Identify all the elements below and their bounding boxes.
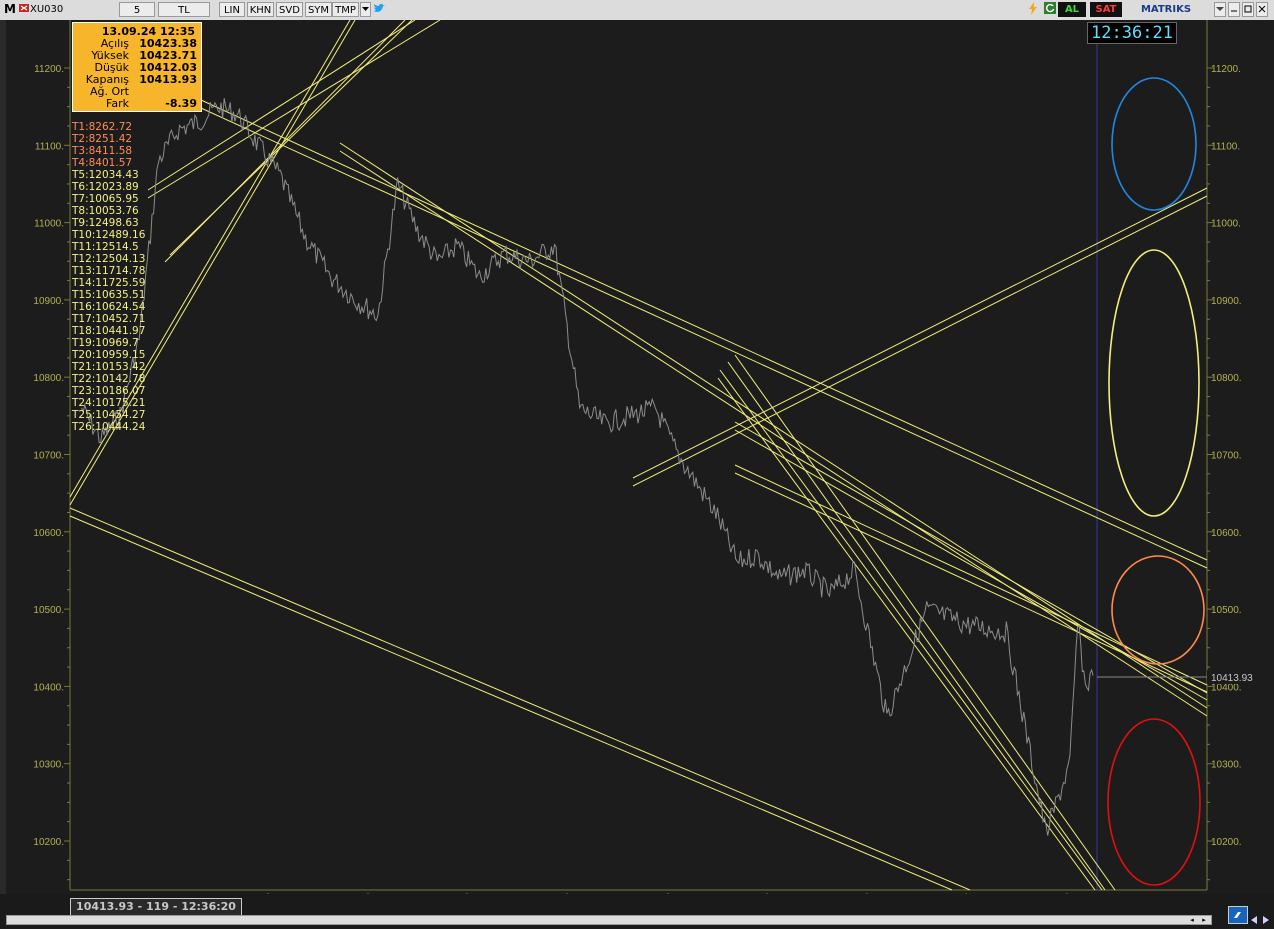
- trendline-value: T4:8401.57: [72, 157, 133, 169]
- trendline-value: T9:12498.63: [72, 217, 139, 229]
- trendline-value: T19:10969.7: [72, 337, 139, 349]
- y-tick-label-left: 10700.: [33, 451, 64, 462]
- y-tick-label-right: 10300.: [1211, 760, 1242, 771]
- buy-button[interactable]: AL: [1058, 2, 1086, 17]
- trendline-value: T23:10186.07: [72, 385, 146, 397]
- svd-button[interactable]: SVD: [276, 2, 303, 17]
- y-tick-label-right: 10400.: [1211, 682, 1242, 693]
- symbol-field[interactable]: XU030: [30, 2, 90, 17]
- trendline-value: T7:10065.95: [72, 193, 139, 205]
- ohlc-info-box: 13.09.24 12:35 Açılış 10423.38 Yüksek 1042…: [72, 22, 202, 112]
- scroll-right-icon[interactable]: ▸: [1199, 916, 1209, 924]
- y-tick-label-left: 11000.: [34, 219, 64, 230]
- y-tick-label-left: 10400.: [33, 682, 64, 693]
- info-value: 10413.93: [139, 73, 197, 86]
- lin-button[interactable]: LIN: [219, 2, 245, 17]
- menu-m-button[interactable]: M: [3, 2, 17, 17]
- y-tick-label-left: 11100.: [35, 141, 64, 152]
- sell-button[interactable]: SAT: [1090, 2, 1122, 17]
- nav-right-icon[interactable]: [1261, 910, 1271, 924]
- nav-left-icon[interactable]: [1249, 910, 1259, 924]
- trendline-value: T18:10441.97: [72, 325, 146, 337]
- y-tick-label-left: 10600.: [33, 528, 64, 539]
- trendline-value: T6:12023.89: [72, 181, 139, 193]
- info-label: Fark: [106, 97, 129, 110]
- period-selector[interactable]: 5: [119, 2, 155, 17]
- y-tick-label-right: 11100.: [1211, 141, 1240, 152]
- y-tick-label-right: 10900.: [1211, 296, 1242, 307]
- trendline-value: T22:10142.78: [72, 373, 146, 385]
- y-tick-label-right: 10500.: [1211, 605, 1242, 616]
- y-tick-label-right: 10700.: [1211, 451, 1242, 462]
- y-tick-label-left: 10500.: [33, 605, 64, 616]
- trendline-value: T16:10624.54: [72, 301, 146, 313]
- y-tick-label-right: 11200.: [1211, 64, 1241, 75]
- last-price-label: 10413.93: [1211, 673, 1253, 684]
- trendline-value: T10:12489.16: [72, 229, 146, 241]
- y-tick-label-right: 10800.: [1211, 373, 1242, 384]
- chart-background: [0, 20, 1274, 894]
- trendline-value: T14:11725.59: [72, 277, 146, 289]
- y-tick-label-right: 10200.: [1211, 837, 1242, 848]
- khn-button[interactable]: KHN: [247, 2, 274, 17]
- sync-icon[interactable]: [1228, 906, 1248, 924]
- scroll-left-icon[interactable]: ◂: [1187, 916, 1197, 924]
- brand-logo: MATRIKS: [1140, 4, 1192, 15]
- trendline-value: T12:12504.13: [72, 253, 146, 265]
- sym-button[interactable]: SYM: [305, 2, 332, 17]
- trendline-value: T1:8262.72: [72, 121, 133, 133]
- close-icon[interactable]: [1256, 2, 1268, 17]
- collapse-icon[interactable]: [1214, 2, 1226, 17]
- trendline-value: T8:10053.76: [72, 205, 139, 217]
- refresh-icon[interactable]: [1043, 2, 1056, 17]
- info-row-change: Fark -8.39: [73, 98, 201, 110]
- trendline-value: T24:10175.21: [72, 397, 146, 409]
- y-tick-label-right: 11000.: [1211, 219, 1241, 230]
- trendline-value: T11:12514.5: [72, 241, 139, 253]
- minimize-icon[interactable]: [1228, 2, 1240, 17]
- y-tick-label-right: 10600.: [1211, 528, 1242, 539]
- flag-icon: [19, 2, 29, 17]
- currency-selector[interactable]: TL: [158, 2, 210, 17]
- trendline-value: T13:11714.78: [72, 265, 146, 277]
- y-tick-label-left: 10900.: [33, 296, 64, 307]
- price-chart[interactable]: 11200. 11200. 11100. 11100. 11000. 11000. 1090…: [0, 20, 1274, 894]
- trendline-value: T25:10454.27: [72, 409, 146, 421]
- left-frame: [0, 20, 6, 894]
- y-tick-label-left: 11200.: [34, 64, 64, 75]
- y-tick-label-left: 10800.: [33, 373, 64, 384]
- twitter-icon[interactable]: [373, 2, 386, 17]
- trendline-value: T3:8411.58: [72, 145, 133, 157]
- y-tick-label-left: 10300.: [33, 760, 64, 771]
- trendline-value: T20:10959.15: [72, 349, 146, 361]
- trendline-value: T21:10153.42: [72, 361, 146, 373]
- chart-toolbar: M XU030 5 TL LIN KHN SVD SYM TMP AL SAT …: [0, 0, 1274, 21]
- chart-scrollbar[interactable]: ◂ ▸: [6, 915, 1212, 925]
- trendline-value: T26:10444.24: [72, 421, 146, 433]
- maximize-icon[interactable]: [1242, 2, 1254, 17]
- clock-display: 12:36:21: [1087, 22, 1177, 44]
- cursor-readout: 10413.93 - 119 - 12:36:20: [70, 898, 242, 916]
- info-value: -8.39: [165, 97, 197, 110]
- lightning-icon[interactable]: [1026, 2, 1039, 17]
- trendline-value: T5:12034.43: [72, 169, 139, 181]
- y-tick-label-left: 10200.: [33, 837, 64, 848]
- trendline-value: T2:8251.42: [72, 133, 133, 145]
- dropdown-icon[interactable]: [360, 2, 371, 17]
- tmp-button[interactable]: TMP: [332, 2, 359, 17]
- trendline-value: T15:10635.51: [72, 289, 146, 301]
- trendline-value: T17:10452.71: [72, 313, 146, 325]
